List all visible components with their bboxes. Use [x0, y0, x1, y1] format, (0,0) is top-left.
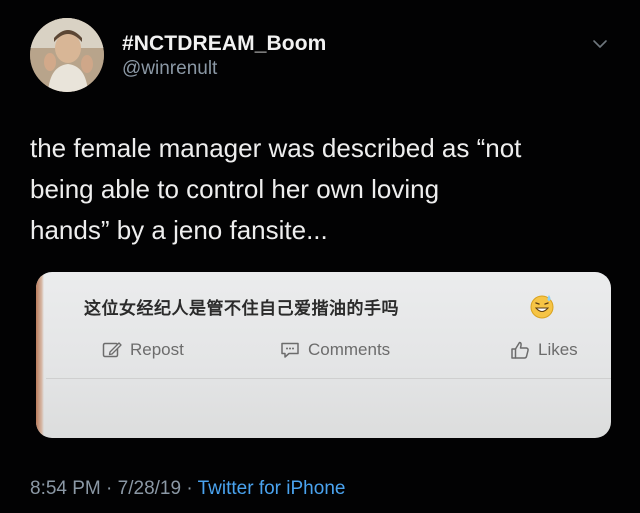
comments-button[interactable]: Comments: [280, 340, 390, 360]
chevron-down-icon[interactable]: [592, 36, 608, 52]
comments-label: Comments: [308, 340, 391, 359]
tweet-date[interactable]: 7/28/19: [118, 478, 181, 499]
likes-button[interactable]: Likes: [510, 340, 578, 360]
avatar-image: [30, 18, 104, 92]
embedded-caption: 这位女经纪人是管不住自己爱揩油的手吗: [84, 299, 399, 319]
embedded-edge: [36, 272, 44, 438]
repost-label: Repost: [130, 340, 184, 359]
tweet: #NCTDREAM_Boom @winrenult the female man…: [0, 0, 640, 513]
grinning-sweat-emoji-icon: [528, 292, 556, 320]
user-handle[interactable]: @winrenult: [122, 58, 217, 80]
tweet-text: the female manager was described as “not…: [30, 133, 522, 245]
embedded-screenshot: 这位女经纪人是管不住自己爱揩油的手吗 Repost Comments Likes: [36, 272, 611, 438]
likes-label: Likes: [538, 340, 578, 359]
meta-separator: ·: [186, 478, 193, 499]
tweet-time[interactable]: 8:54 PM: [30, 478, 101, 499]
meta-separator: ·: [106, 478, 113, 499]
tweet-meta: 8:54 PM · 7/28/19 · Twitter for iPhone: [30, 478, 345, 500]
avatar[interactable]: [30, 18, 104, 92]
repost-button[interactable]: Repost: [102, 340, 184, 360]
thumbs-up-icon: [511, 341, 529, 359]
edit-square-icon: [102, 342, 122, 358]
comment-bubble-icon: [281, 342, 299, 358]
display-name[interactable]: #NCTDREAM_Boom: [122, 32, 326, 56]
tweet-source-link[interactable]: Twitter for iPhone: [198, 478, 346, 499]
embedded-divider: [46, 378, 611, 379]
